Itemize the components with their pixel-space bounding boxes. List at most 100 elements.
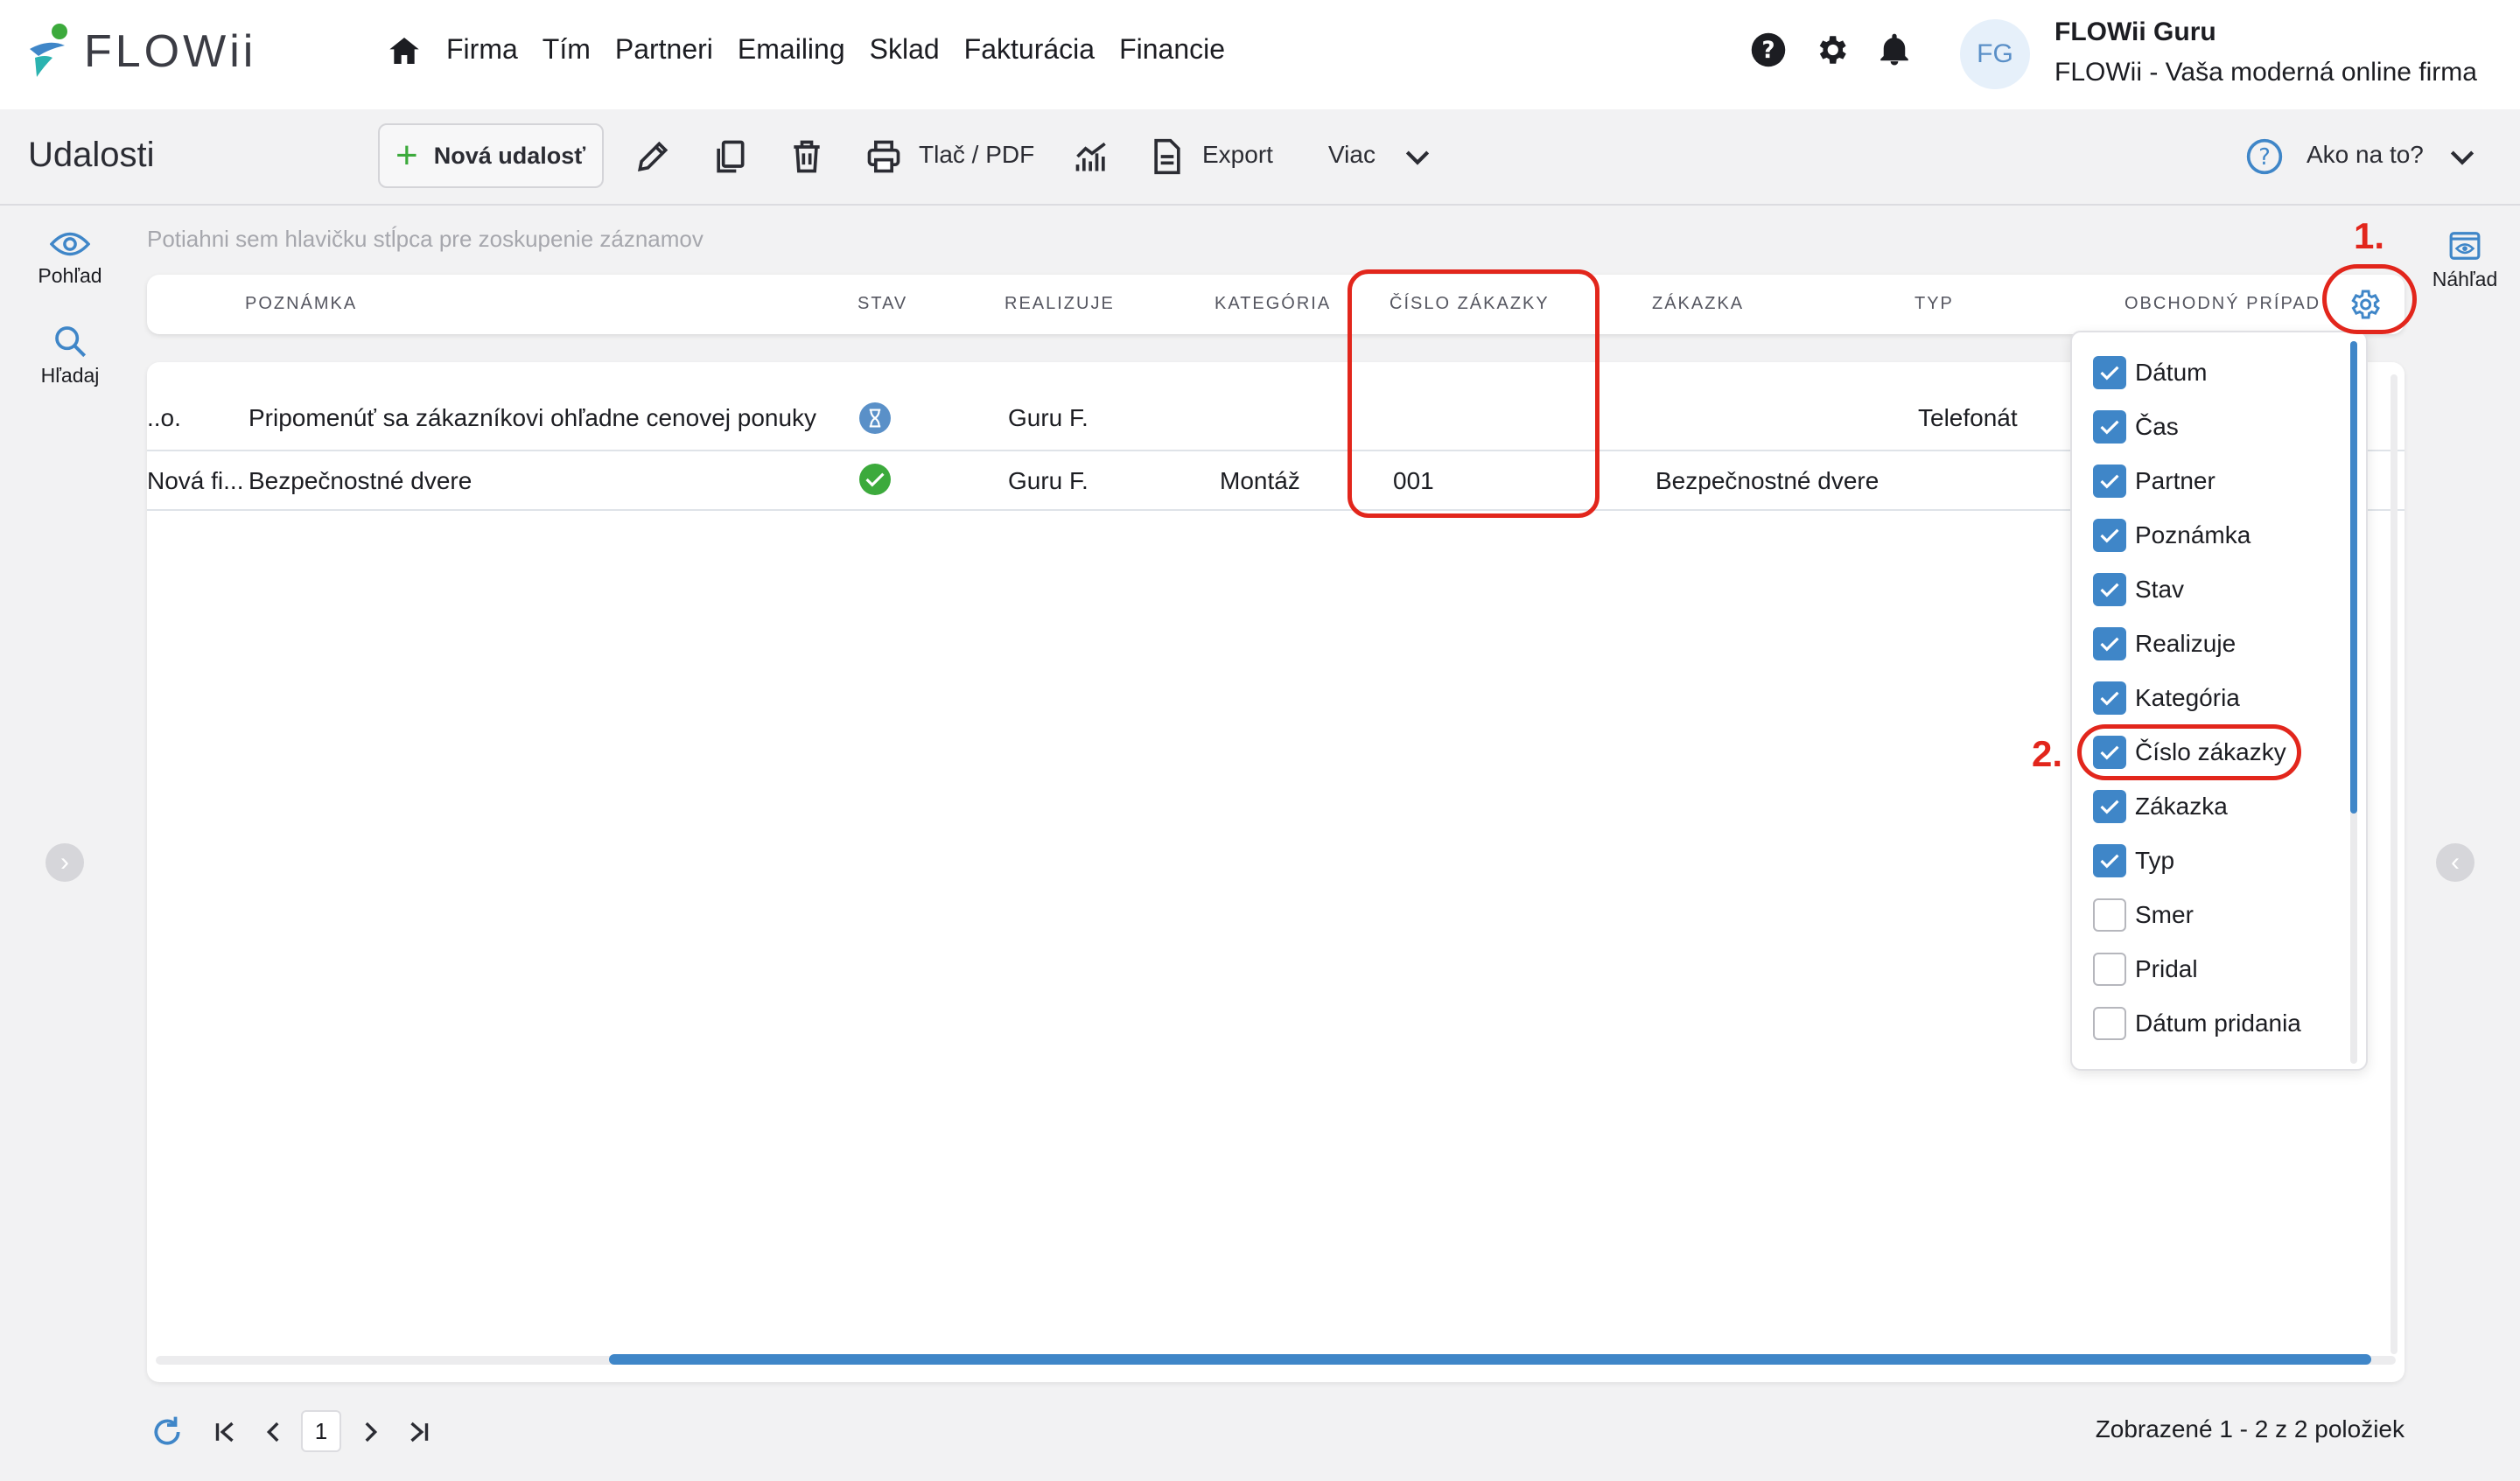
help-icon[interactable]: ? xyxy=(1750,31,1787,68)
horizontal-scrollbar-thumb[interactable] xyxy=(609,1354,2371,1365)
preview-toggle[interactable]: Náhľad xyxy=(2426,229,2504,291)
annotation-step-1: 1. xyxy=(2354,215,2385,256)
annotation-highlight-order-number-option xyxy=(2077,724,2301,780)
checkbox-checked-icon[interactable] xyxy=(2093,790,2126,823)
bell-icon[interactable] xyxy=(1876,31,1913,68)
trash-icon[interactable] xyxy=(788,137,826,176)
checkbox-checked-icon[interactable] xyxy=(2093,465,2126,498)
svg-text:?: ? xyxy=(2258,144,2271,171)
page-title: Udalosti xyxy=(28,136,155,174)
top-navbar: FLOWii Firma Tím Partneri Emailing Sklad… xyxy=(0,0,2520,109)
table-row[interactable]: Nová fi... Bezpečnostné dvere Guru F. Mo… xyxy=(147,450,2404,511)
column-option-label: Pridal xyxy=(2135,955,2198,982)
table-row[interactable]: ..o. Pripomenúť sa zákazníkovi ohľadne c… xyxy=(147,388,2404,450)
column-option[interactable]: Dátum pridania xyxy=(2093,1006,2301,1041)
brand-logo[interactable]: FLOWii xyxy=(26,23,256,80)
checkbox-checked-icon[interactable] xyxy=(2093,573,2126,606)
print-pdf-button[interactable]: Tlač / PDF xyxy=(919,141,1034,169)
new-event-button[interactable]: + Nová udalosť xyxy=(378,123,604,188)
preview-label: Náhľad xyxy=(2432,268,2498,290)
new-event-label: Nová udalosť xyxy=(433,142,586,169)
checkbox-checked-icon[interactable] xyxy=(2093,844,2126,877)
previous-page-icon[interactable] xyxy=(259,1417,289,1447)
nav-item-fakturacia[interactable]: Fakturácia xyxy=(964,33,1095,66)
help-circle-icon[interactable]: ? xyxy=(2245,137,2284,176)
column-option[interactable]: Pridal xyxy=(2093,952,2198,987)
cell-assignee: Guru F. xyxy=(1008,467,1088,494)
nav-item-partneri[interactable]: Partneri xyxy=(615,33,713,66)
search-icon xyxy=(55,326,87,358)
more-button[interactable]: Viac xyxy=(1328,141,1376,169)
preview-eye-icon xyxy=(2449,232,2481,260)
column-option-label: Poznámka xyxy=(2135,521,2251,548)
user-name[interactable]: FLOWii Guru xyxy=(2054,17,2216,47)
column-option[interactable]: Realizuje xyxy=(2093,626,2236,661)
column-option[interactable]: Partner xyxy=(2093,464,2216,499)
column-option-label: Partner xyxy=(2135,467,2216,494)
how-to-link[interactable]: Ako na to? xyxy=(2306,141,2424,169)
column-option[interactable]: Kategória xyxy=(2093,681,2240,716)
export-button[interactable]: Export xyxy=(1202,141,1273,169)
nav-item-tim[interactable]: Tím xyxy=(542,33,591,66)
column-option[interactable]: Typ xyxy=(2093,843,2174,878)
group-by-hint[interactable]: Potiahni sem hlavičku stĺpca pre zoskupe… xyxy=(147,226,704,253)
cell-note: Pripomenúť sa zákazníkovi ohľadne cenove… xyxy=(248,404,817,431)
chevron-down-icon[interactable] xyxy=(2445,139,2480,174)
expand-right-arrow-icon[interactable]: ‹ xyxy=(2436,843,2474,882)
svg-text:?: ? xyxy=(1761,38,1774,64)
column-option[interactable]: Čas xyxy=(2093,409,2179,444)
first-page-icon[interactable] xyxy=(210,1417,240,1447)
grid-header: POZNÁMKA STAV REALIZUJE KATEGÓRIA ČÍSLO … xyxy=(147,275,2404,334)
checkbox-unchecked-icon[interactable] xyxy=(2093,898,2126,932)
rail-search[interactable]: Hľadaj xyxy=(18,324,122,388)
expand-left-arrow-icon[interactable]: › xyxy=(46,843,84,882)
column-option-label: Realizuje xyxy=(2135,630,2236,657)
cell-type: Telefonát xyxy=(1918,404,2018,431)
column-header-note[interactable]: POZNÁMKA xyxy=(245,294,357,314)
nav-item-emailing[interactable]: Emailing xyxy=(738,33,845,66)
cell-note: Bezpečnostné dvere xyxy=(248,467,472,494)
nav-item-financie[interactable]: Financie xyxy=(1119,33,1225,66)
checkbox-checked-icon[interactable] xyxy=(2093,519,2126,552)
checkbox-checked-icon[interactable] xyxy=(2093,627,2126,660)
checkbox-checked-icon[interactable] xyxy=(2093,356,2126,389)
user-company[interactable]: FLOWii - Vaša moderná online firma xyxy=(2054,58,2477,87)
column-option[interactable]: Smer xyxy=(2093,898,2194,933)
printer-icon[interactable] xyxy=(864,137,903,176)
column-option-label: Dátum xyxy=(2135,359,2208,386)
checkbox-unchecked-icon[interactable] xyxy=(2093,1007,2126,1040)
avatar[interactable]: FG xyxy=(1960,19,2030,89)
refresh-icon[interactable] xyxy=(150,1415,184,1449)
nav-item-firma[interactable]: Firma xyxy=(446,33,518,66)
page-number-current[interactable]: 1 xyxy=(301,1410,341,1452)
checkbox-unchecked-icon[interactable] xyxy=(2093,953,2126,986)
nav-item-sklad[interactable]: Sklad xyxy=(870,33,940,66)
checkbox-checked-icon[interactable] xyxy=(2093,681,2126,715)
column-header-category[interactable]: KATEGÓRIA xyxy=(1214,294,1331,314)
column-header-business-case[interactable]: OBCHODNÝ PRÍPAD xyxy=(2124,294,2320,314)
chevron-down-icon[interactable] xyxy=(1400,139,1435,174)
column-header-status[interactable]: STAV xyxy=(858,294,907,314)
copy-icon[interactable] xyxy=(710,137,749,176)
rail-view[interactable]: Pohľad xyxy=(18,229,122,288)
main-nav: Firma Tím Partneri Emailing Sklad Faktur… xyxy=(446,33,1250,66)
checkbox-checked-icon[interactable] xyxy=(2093,410,2126,444)
column-header-order[interactable]: ZÁKAZKA xyxy=(1652,294,1744,314)
next-page-icon[interactable] xyxy=(355,1417,385,1447)
column-chooser-scrollbar-thumb[interactable] xyxy=(2350,341,2357,814)
column-option[interactable]: Stav xyxy=(2093,572,2184,607)
cell-partner: ..o. xyxy=(147,404,181,431)
chart-icon[interactable] xyxy=(1073,137,1111,176)
column-option[interactable]: Dátum xyxy=(2093,355,2207,390)
column-header-type[interactable]: TYP xyxy=(1914,294,1954,314)
column-header-assignee[interactable]: REALIZUJE xyxy=(1004,294,1115,314)
status-pending-icon xyxy=(859,402,891,434)
column-option[interactable]: Poznámka xyxy=(2093,518,2250,553)
vertical-scrollbar[interactable] xyxy=(2390,374,2398,1354)
home-icon[interactable] xyxy=(387,33,422,68)
document-icon[interactable] xyxy=(1148,137,1186,176)
edit-icon[interactable] xyxy=(634,137,672,176)
gear-icon[interactable] xyxy=(1813,31,1850,68)
last-page-icon[interactable] xyxy=(404,1417,434,1447)
column-option[interactable]: Zákazka xyxy=(2093,789,2228,824)
